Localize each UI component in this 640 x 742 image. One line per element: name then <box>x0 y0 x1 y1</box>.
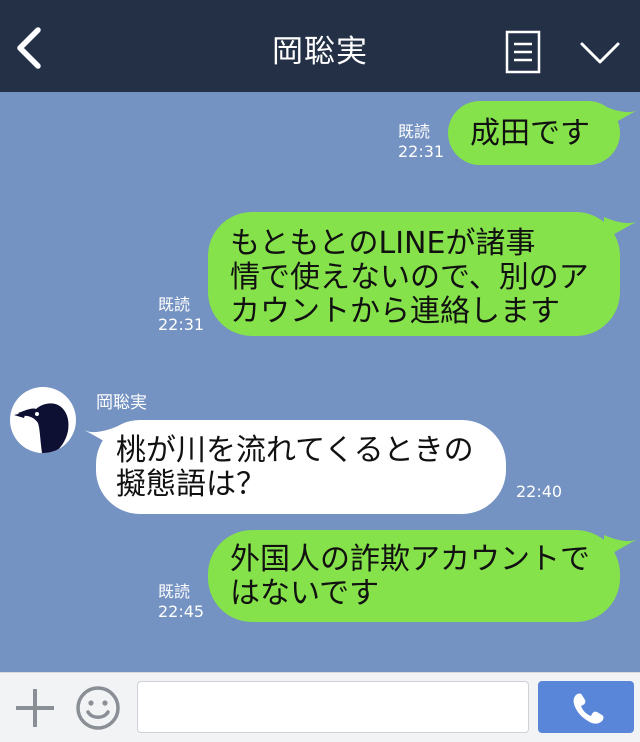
chat-header: 岡聡実 <box>0 0 640 92</box>
sent-message-bubble[interactable]: もともとのLINEが諸事 情で使えないので、別のア カウントから連絡します <box>208 212 620 336</box>
message-line: 擬態語は？ <box>116 467 266 502</box>
message-time: 22:31 <box>398 142 445 161</box>
plus-icon <box>16 689 54 727</box>
read-label: 既読 <box>158 582 191 601</box>
message-line: もともとのLINEが諸事 <box>230 226 536 261</box>
message-meta: 既読 22:31 <box>398 122 444 162</box>
read-label: 既読 <box>158 295 191 314</box>
contact-avatar[interactable] <box>10 387 76 453</box>
message-line: 成田です <box>470 116 590 151</box>
notes-button[interactable] <box>503 30 543 74</box>
message-time: 22:31 <box>158 315 205 334</box>
smiley-icon <box>76 686 120 730</box>
call-button[interactable] <box>538 681 634 733</box>
message-line: はないです <box>230 576 380 611</box>
bird-avatar-icon <box>14 403 69 453</box>
read-label: 既読 <box>398 122 431 141</box>
message-line: カウントから連絡します <box>230 294 560 329</box>
sender-name: 岡聡実 <box>96 393 147 413</box>
bubble-tail <box>604 535 638 557</box>
message-meta: 既読 22:31 <box>158 295 204 335</box>
message-time: 22:40 <box>516 482 563 501</box>
sent-message-bubble[interactable]: 成田です <box>448 101 620 165</box>
message-meta: 既読 22:45 <box>158 582 204 622</box>
message-line: 桃が川を流れてくるときの <box>116 433 474 468</box>
phone-icon <box>573 693 604 724</box>
menu-dropdown-button[interactable] <box>577 34 623 70</box>
add-attachment-button[interactable] <box>14 687 56 729</box>
message-line: 外国人の詐欺アカウントで <box>230 542 590 577</box>
message-time: 22:45 <box>158 602 205 621</box>
chevron-down-icon <box>580 42 620 64</box>
message-input-bar <box>0 672 640 742</box>
chat-title: 岡聡実 <box>272 34 368 70</box>
received-message-bubble[interactable]: 桃が川を流れてくるときの 擬態語は？ <box>96 420 506 514</box>
message-input[interactable] <box>137 681 529 733</box>
notes-icon <box>505 30 541 74</box>
message-line: 情で使えないので、別のア <box>230 260 589 295</box>
chat-area[interactable]: 既読 22:31 成田です 既読 22:31 もともとのLINEが諸事 情で使え… <box>0 92 640 672</box>
sent-message-bubble[interactable]: 外国人の詐欺アカウントで はないです <box>208 530 620 622</box>
bubble-tail <box>604 217 638 239</box>
bubble-tail <box>604 106 638 128</box>
emoji-button[interactable] <box>75 685 121 731</box>
